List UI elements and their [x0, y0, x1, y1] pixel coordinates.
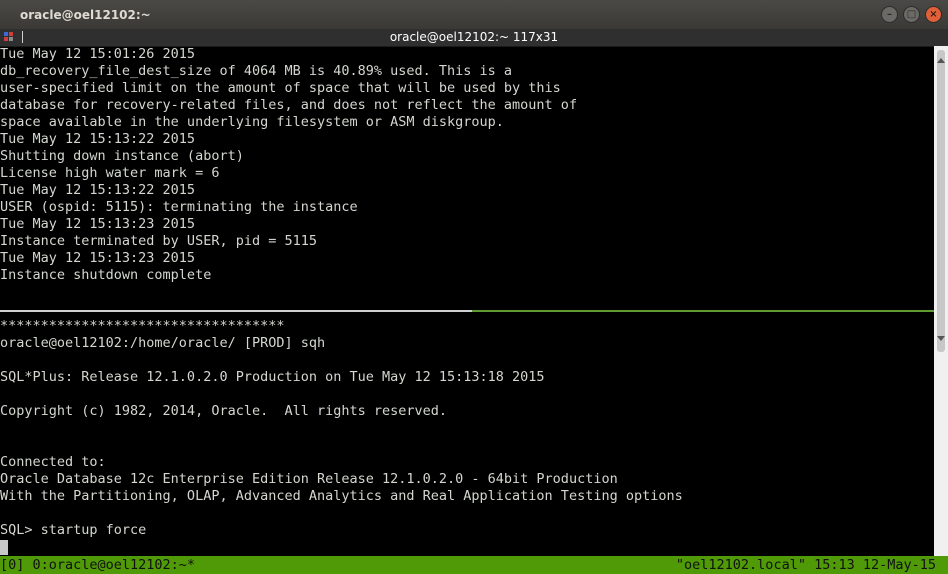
scrollbar[interactable]: [934, 46, 948, 556]
terminal-line: Tue May 12 15:13:22 2015: [0, 182, 196, 198]
close-button[interactable]: ×: [925, 6, 942, 23]
pane-divider[interactable]: [0, 310, 934, 312]
terminal-line: Tue May 12 15:01:26 2015: [0, 46, 196, 62]
terminal-tab-title: oracle@oel12102:~ 117x31: [389, 30, 559, 44]
terminal-line: Instance shutdown complete: [0, 267, 212, 283]
terminal-line: db_recovery_file_dest_size of 4064 MB is…: [0, 63, 513, 79]
terminal-line: Oracle Database 12c Enterprise Edition R…: [0, 471, 618, 487]
status-window-list[interactable]: [0] 0:oracle@oel12102:~*: [0, 556, 195, 574]
status-host-time: "oel12102.local" 15:13 12-May-15: [675, 557, 936, 573]
terminal-window: oracle@oel12102:~ – □ × oracle@oel12102:…: [0, 0, 948, 574]
minimize-button[interactable]: –: [881, 6, 898, 23]
top-pane-output[interactable]: Tue May 12 15:01:26 2015 db_recovery_file…: [0, 46, 934, 310]
terminal-line: space available in the underlying filesy…: [0, 114, 504, 130]
window-titlebar[interactable]: oracle@oel12102:~ – □ ×: [0, 0, 948, 29]
scroll-up-icon[interactable]: [937, 58, 945, 63]
tmux-status-bar: [0] 0:oracle@oel12102:~* "oel12102.local…: [0, 556, 948, 574]
window-controls: – □ ×: [881, 6, 942, 23]
terminal-line: database for recovery-related files, and…: [0, 97, 578, 113]
terminal-tab-bar: oracle@oel12102:~ 117x31: [0, 29, 948, 47]
window-title: oracle@oel12102:~: [20, 8, 151, 22]
terminal-line: oracle@oel12102:/home/oracle/ [PROD] sqh: [0, 335, 326, 351]
terminal-line: With the Partitioning, OLAP, Advanced An…: [0, 488, 683, 504]
scroll-down-icon[interactable]: [937, 336, 945, 341]
active-pane-divider-indicator: [472, 310, 934, 312]
terminal-line: Instance terminated by USER, pid = 5115: [0, 233, 317, 249]
bottom-pane-output[interactable]: *********************************** oracl…: [0, 318, 934, 556]
terminal-line: ***********************************: [0, 318, 285, 334]
terminal-line: USER (ospid: 5115): terminating the inst…: [0, 199, 358, 215]
terminal-line: Tue May 12 15:13:23 2015: [0, 216, 196, 232]
terminal-line: Tue May 12 15:13:23 2015: [0, 250, 196, 266]
terminal-line: Shutting down instance (abort): [0, 148, 244, 164]
terminal-line: Tue May 12 15:13:22 2015: [0, 131, 196, 147]
scrollbar-thumb[interactable]: [937, 50, 945, 352]
terminal-line: License high water mark = 6: [0, 165, 220, 181]
terminal-line: user-specified limit on the amount of sp…: [0, 80, 561, 96]
maximize-button[interactable]: □: [903, 6, 920, 23]
terminal-cursor: [0, 539, 8, 555]
terminal-line: SQL*Plus: Release 12.1.0.2.0 Production …: [0, 369, 545, 385]
terminal-line: SQL> startup force: [0, 522, 147, 538]
terminal-line: Connected to:: [0, 454, 106, 470]
terminal-line: Copyright (c) 1982, 2014, Oracle. All ri…: [0, 403, 448, 419]
cursor-line[interactable]: [0, 539, 934, 556]
